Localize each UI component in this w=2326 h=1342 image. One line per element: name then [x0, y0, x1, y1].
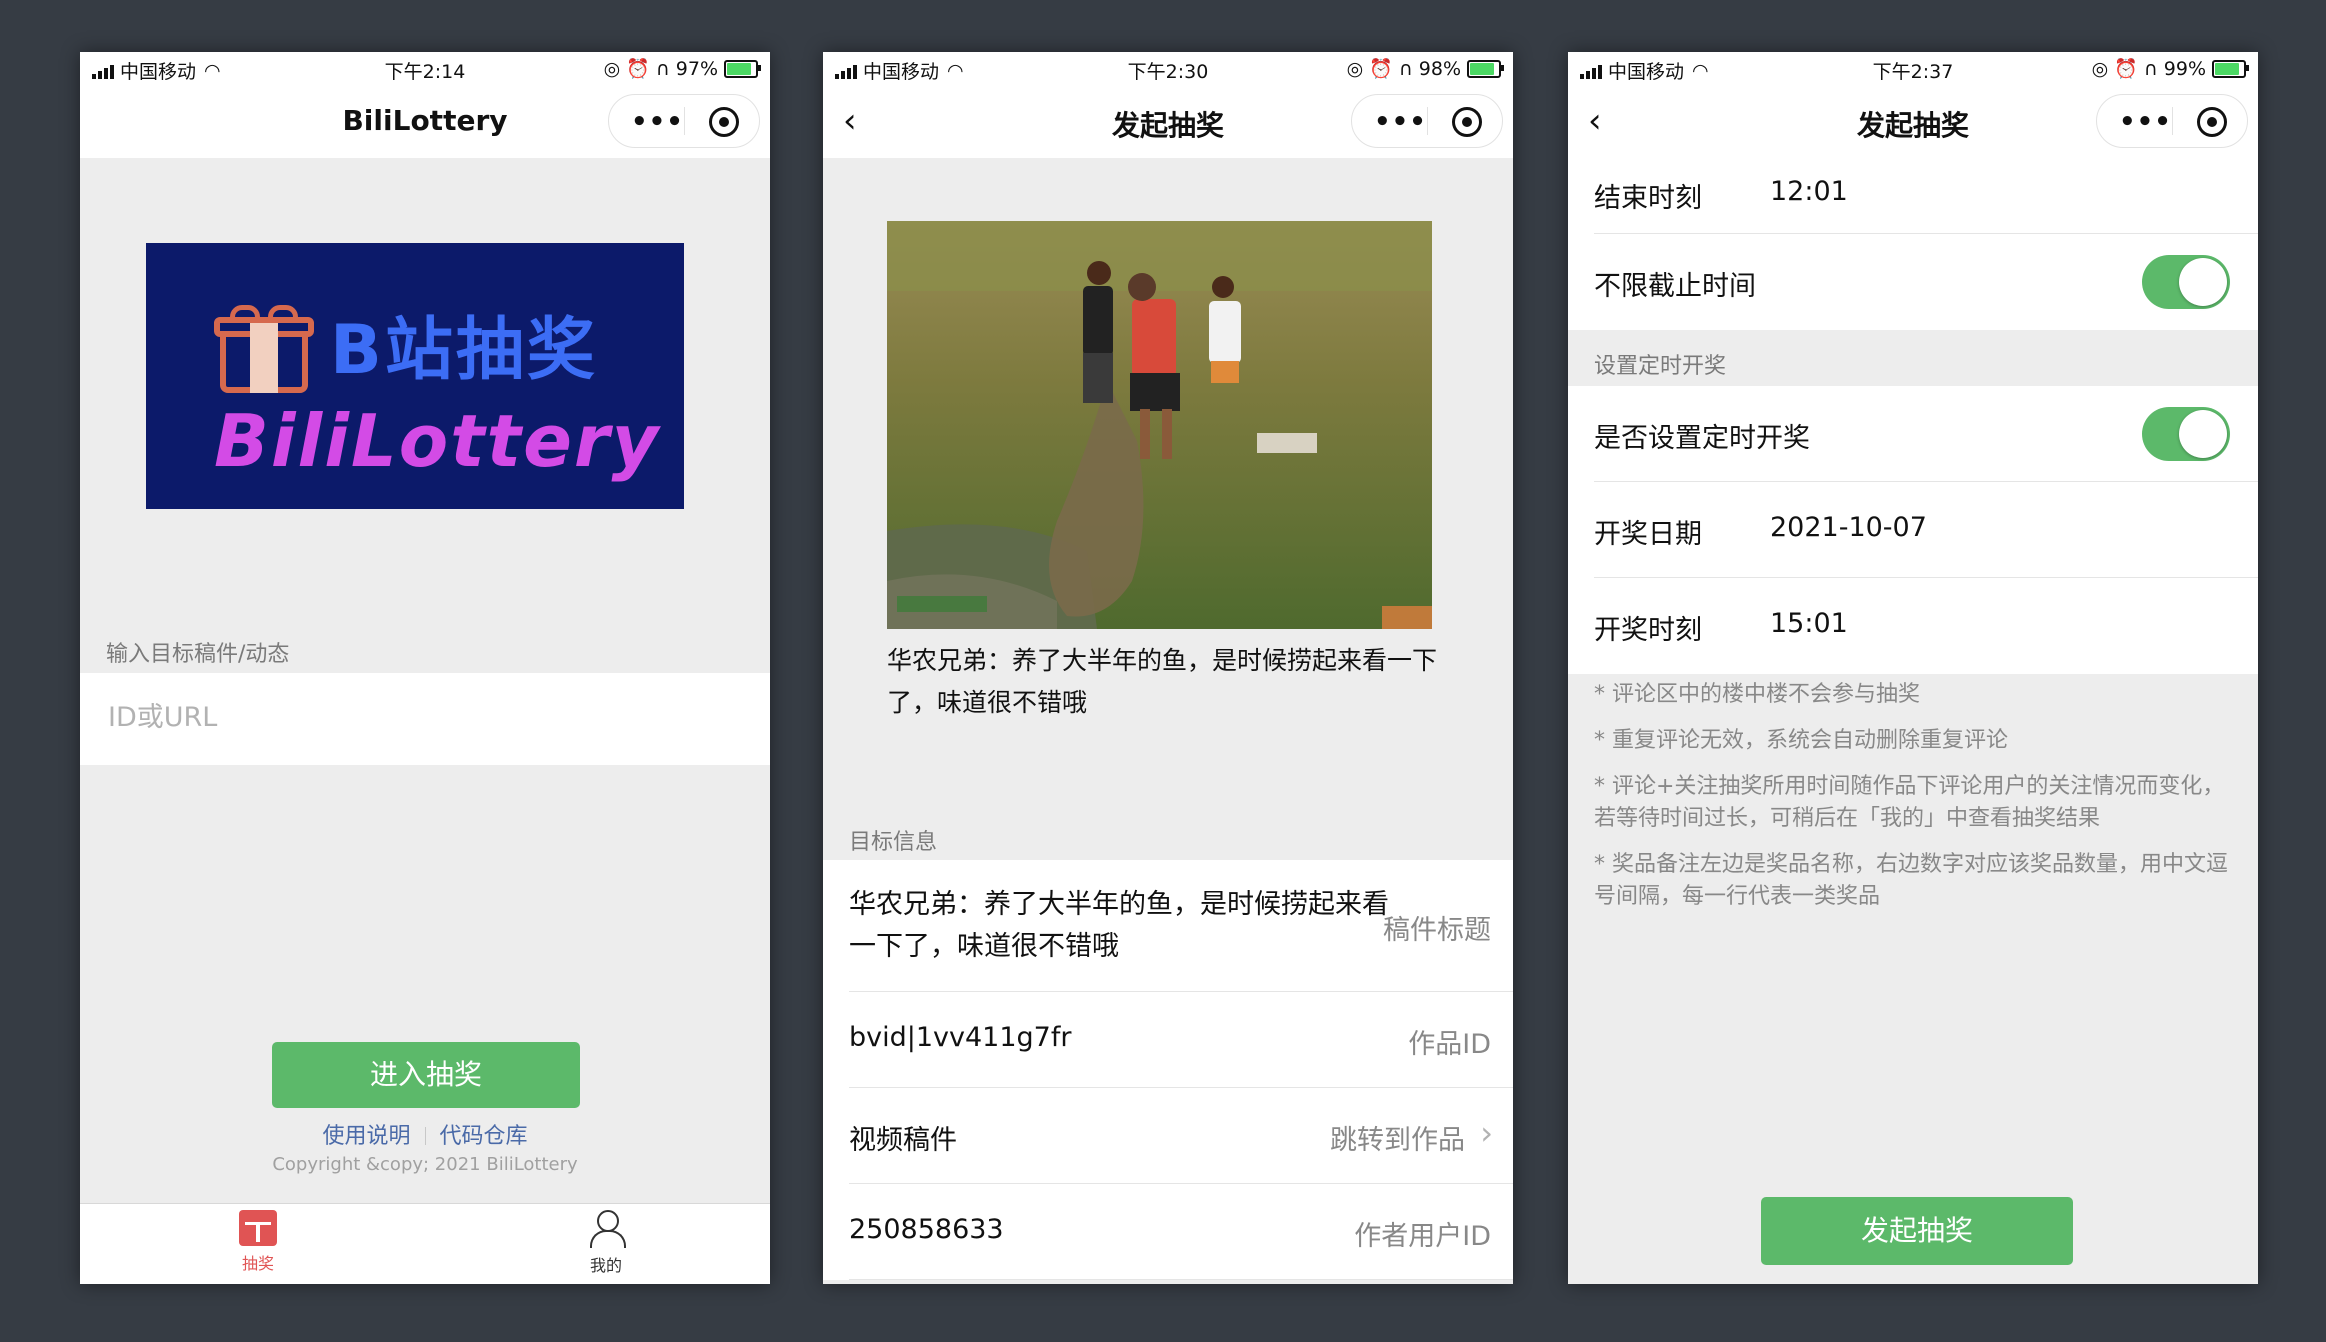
- launch-lottery-button[interactable]: 发起抽奖: [1761, 1197, 2073, 1265]
- note-item: * 重复评论无效，系统会自动删除重复评论: [1594, 728, 2008, 753]
- gift-logo-icon: [214, 305, 314, 393]
- capsule-divider: [2172, 107, 2173, 135]
- video-cover-image: [887, 221, 1432, 629]
- row-jump-to-work[interactable]: 视频稿件 跳转到作品 ›: [823, 1088, 1513, 1184]
- row-timed-draw: 是否设置定时开奖: [1568, 386, 2258, 482]
- author-id-value: 250858633: [849, 1214, 1004, 1245]
- work-id-value: bvid|1vv411g7fr: [849, 1022, 1072, 1053]
- row-work-id: bvid|1vv411g7fr 作品ID: [823, 992, 1513, 1088]
- no-deadline-label: 不限截止时间: [1594, 271, 1756, 302]
- row-draw-date[interactable]: 开奖日期 2021-10-07: [1568, 482, 2258, 578]
- battery-icon: [2212, 59, 2249, 78]
- tab-lottery[interactable]: 抽奖: [208, 1210, 308, 1274]
- phone-home: 中国移动 ◠ 下午2:14 ◎ ⏰ ∩ 97% BiliLottery ••• …: [80, 52, 770, 1284]
- more-icon[interactable]: •••: [631, 107, 684, 137]
- note-item: * 奖品备注左边是奖品名称，右边数字对应该奖品数量，用中文逗号间隔，每一行代表一…: [1594, 852, 2228, 909]
- lock-rotation-icon: ◎: [1346, 57, 1364, 80]
- video-title-label: 稿件标题: [1383, 915, 1491, 946]
- draw-time-value: 15:01: [1770, 608, 1848, 639]
- menu-capsule: •••: [608, 94, 760, 148]
- alarm-icon: ⏰: [626, 58, 650, 80]
- copyright: Copyright &copy; 2021 BiliLottery: [272, 1154, 578, 1175]
- gift-icon: [239, 1210, 277, 1246]
- tab-bar: 抽奖 我的: [80, 1203, 770, 1284]
- more-icon[interactable]: •••: [1374, 107, 1427, 137]
- battery-percent: 98%: [1418, 57, 1461, 80]
- end-time-value: 12:01: [1770, 176, 1848, 207]
- draw-date-value: 2021-10-07: [1770, 512, 1927, 543]
- headphones-icon: ∩: [2143, 57, 2158, 80]
- nav-bar: ‹ 发起抽奖 •••: [823, 84, 1513, 158]
- battery-percent: 97%: [675, 57, 718, 80]
- target-id-input[interactable]: [106, 701, 670, 734]
- status-bar: 中国移动 ◠ 下午2:30 ◎ ⏰ ∩ 98%: [823, 52, 1513, 84]
- video-caption: 华农兄弟：养了大半年的鱼，是时候捞起来看一下了，味道很不错哦: [887, 646, 1438, 717]
- headphones-icon: ∩: [1398, 57, 1413, 80]
- menu-capsule: •••: [1351, 94, 1503, 148]
- row-video-title: 华农兄弟：养了大半年的鱼，是时候捞起来看一下了，味道很不错哦 稿件标题: [823, 860, 1513, 992]
- note-item: * 评论+关注抽奖所用时间随作品下评论用户的关注情况而变化，若等待时间过长，可稍…: [1594, 774, 2225, 831]
- chevron-right-icon: ›: [1480, 1114, 1493, 1152]
- close-miniprogram-icon[interactable]: [709, 107, 739, 137]
- repo-link[interactable]: 代码仓库: [440, 1124, 528, 1149]
- link-divider: [424, 1127, 426, 1145]
- footer-links: 使用说明 代码仓库: [80, 1118, 770, 1150]
- row-author-id: 250858633 作者用户ID: [823, 1184, 1513, 1280]
- work-type-value: 视频稿件: [849, 1125, 957, 1156]
- menu-capsule: •••: [2096, 94, 2248, 148]
- row-no-deadline: 不限截止时间: [1568, 234, 2258, 330]
- no-deadline-toggle[interactable]: [2142, 255, 2230, 309]
- nav-bar: ‹ 发起抽奖 •••: [1568, 84, 2258, 158]
- tab-lottery-label: 抽奖: [241, 1254, 274, 1273]
- draw-time-label: 开奖时刻: [1594, 615, 1702, 646]
- tab-mine-label: 我的: [589, 1256, 622, 1275]
- video-title-value: 华农兄弟：养了大半年的鱼，是时候捞起来看一下了，味道很不错哦: [849, 889, 1389, 962]
- work-id-label: 作品ID: [1408, 1029, 1491, 1060]
- usage-link[interactable]: 使用说明: [322, 1124, 410, 1149]
- phone-target-info: 中国移动 ◠ 下午2:30 ◎ ⏰ ∩ 98% ‹ 发起抽奖 ••• 华农兄弟：…: [823, 52, 1513, 1284]
- capsule-divider: [684, 107, 685, 135]
- alarm-icon: ⏰: [1369, 58, 1393, 80]
- lock-rotation-icon: ◎: [603, 57, 621, 80]
- row-divider: [849, 1279, 1513, 1280]
- alarm-icon: ⏰: [2114, 58, 2138, 80]
- user-icon: [588, 1210, 626, 1248]
- battery-icon: [724, 59, 761, 78]
- notes-list: * 评论区中的楼中楼不会参与抽奖 * 重复评论无效，系统会自动删除重复评论 * …: [1594, 679, 2244, 927]
- more-icon[interactable]: •••: [2119, 107, 2172, 137]
- banner-title-zh: B站抽奖: [330, 311, 598, 390]
- section-label: 设置定时开奖: [1594, 354, 1727, 379]
- close-miniprogram-icon[interactable]: [2197, 107, 2227, 137]
- logo-banner: B站抽奖 BiliLottery: [146, 243, 684, 509]
- battery-icon: [1467, 59, 1504, 78]
- banner-title-en: BiliLottery: [214, 399, 661, 483]
- close-miniprogram-icon[interactable]: [1452, 107, 1482, 137]
- enter-lottery-button[interactable]: 进入抽奖: [272, 1042, 580, 1108]
- author-id-label: 作者用户ID: [1354, 1221, 1491, 1252]
- capsule-divider: [1427, 107, 1428, 135]
- battery-percent: 99%: [2163, 57, 2206, 80]
- target-input-row: [80, 673, 770, 765]
- note-item: * 评论区中的楼中楼不会参与抽奖: [1594, 682, 1920, 707]
- lock-rotation-icon: ◎: [2091, 57, 2109, 80]
- timed-draw-toggle[interactable]: [2142, 407, 2230, 461]
- status-bar: 中国移动 ◠ 下午2:14 ◎ ⏰ ∩ 97%: [80, 52, 770, 84]
- jump-to-work-link[interactable]: 跳转到作品: [1330, 1118, 1465, 1157]
- timed-draw-label: 是否设置定时开奖: [1594, 423, 1810, 454]
- headphones-icon: ∩: [655, 57, 670, 80]
- tab-mine[interactable]: 我的: [556, 1210, 656, 1276]
- nav-bar: BiliLottery •••: [80, 84, 770, 158]
- row-draw-time[interactable]: 开奖时刻 15:01: [1568, 578, 2258, 674]
- phone-settings: 中国移动 ◠ 下午2:37 ◎ ⏰ ∩ 99% ‹ 发起抽奖 ••• 结束时刻 …: [1568, 52, 2258, 1284]
- status-bar: 中国移动 ◠ 下午2:37 ◎ ⏰ ∩ 99%: [1568, 52, 2258, 84]
- section-label: 目标信息: [849, 830, 938, 855]
- draw-date-label: 开奖日期: [1594, 519, 1702, 550]
- row-end-time[interactable]: 结束时刻 12:01: [1568, 158, 2258, 234]
- input-label: 输入目标稿件/动态: [106, 642, 290, 667]
- end-time-label: 结束时刻: [1594, 183, 1702, 214]
